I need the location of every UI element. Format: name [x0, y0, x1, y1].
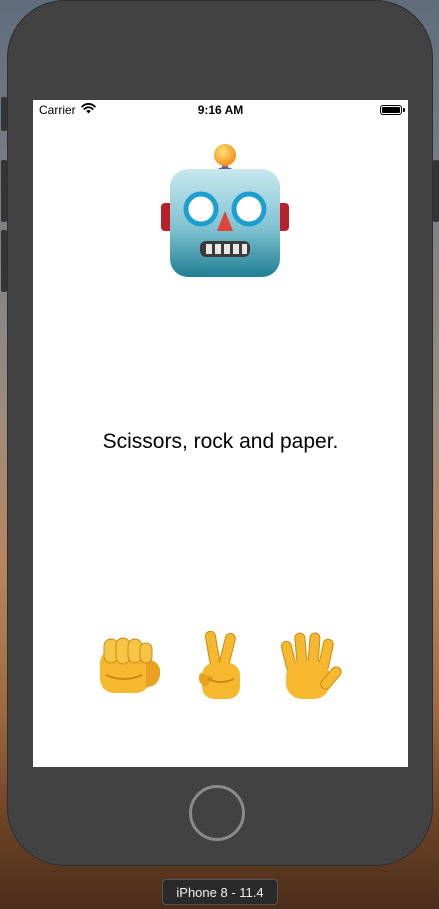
status-bar: Carrier 9:16 AM: [33, 100, 408, 120]
oncoming-fist-icon: [96, 635, 166, 702]
status-time: 9:16 AM: [197, 103, 244, 117]
robot-face-icon: [160, 143, 290, 283]
game-status-message: Scissors, rock and paper.: [102, 430, 339, 453]
scissors-button[interactable]: [186, 630, 256, 706]
raised-hand-icon: [276, 631, 346, 706]
paper-button[interactable]: [276, 632, 346, 704]
mute-switch: [1, 97, 7, 131]
power-button: [433, 160, 439, 222]
rock-button[interactable]: [96, 632, 166, 704]
volume-down-button: [1, 230, 7, 292]
battery-icon: [380, 105, 402, 115]
volume-up-button: [1, 160, 7, 222]
battery-cap: [403, 108, 405, 112]
battery-level-fill: [382, 107, 400, 113]
victory-hand-icon: [194, 630, 248, 706]
home-button[interactable]: [189, 785, 245, 841]
app-screen: Carrier 9:16 AM Scissors, rock and paper…: [33, 100, 408, 767]
simulator-device-label: iPhone 8 - 11.4: [162, 879, 278, 905]
choice-buttons: [33, 630, 408, 706]
